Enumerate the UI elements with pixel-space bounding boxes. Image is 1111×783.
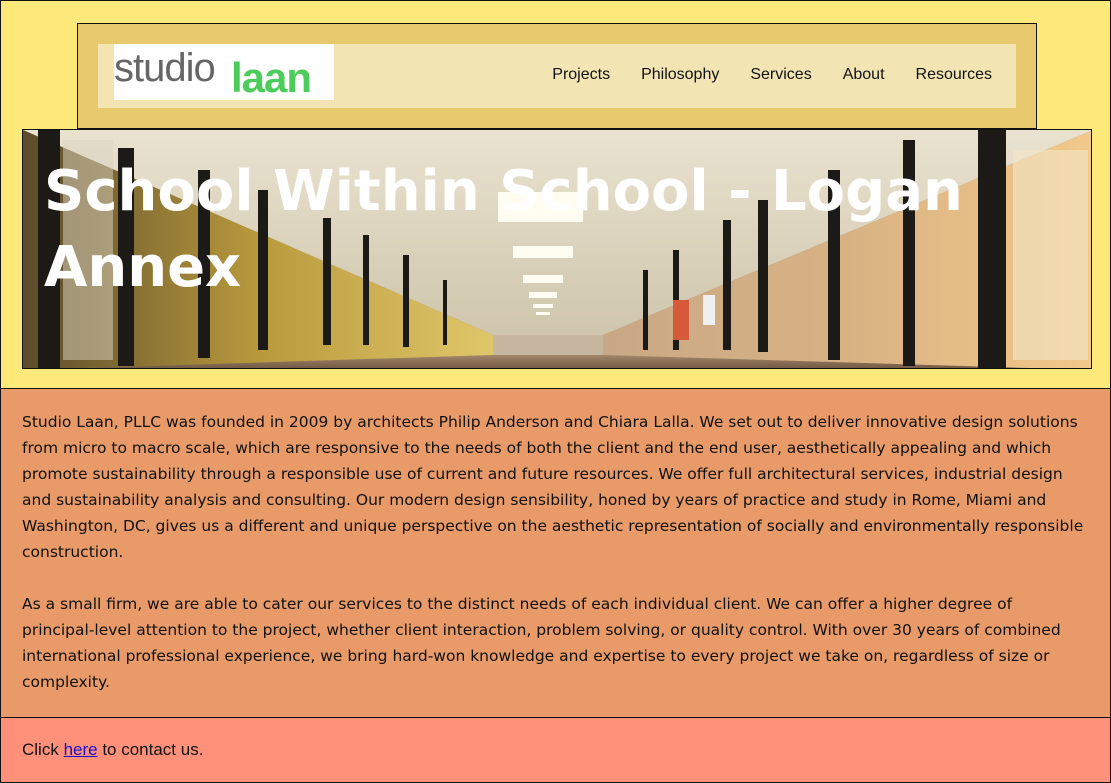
main-nav: Projects Philosophy Services About Resou… — [552, 66, 992, 84]
about-paragraph: As a small firm, we are able to cater ou… — [22, 595, 1061, 691]
contact-suffix: to contact us. — [97, 740, 204, 759]
nav-item-philosophy[interactable]: Philosophy — [641, 66, 719, 84]
hero-banner: School Within School - Logan Annex — [22, 129, 1092, 369]
contact-line: Click here to contact us. — [22, 740, 203, 760]
contact-section: Click here to contact us. — [0, 717, 1111, 783]
top-section: studio laan Projects Philosophy Services… — [0, 0, 1111, 389]
contact-link[interactable]: here — [64, 740, 98, 759]
site-header: studio laan Projects Philosophy Services… — [77, 23, 1037, 129]
logo-word-laan: laan — [231, 54, 312, 101]
about-paragraph: Studio Laan, PLLC was founded in 2009 by… — [22, 413, 1084, 561]
logo-word-studio: studio — [114, 46, 216, 90]
about-section: Studio Laan, PLLC was founded in 2009 by… — [0, 388, 1111, 718]
about-text: Studio Laan, PLLC was founded in 2009 by… — [22, 409, 1084, 721]
nav-item-about[interactable]: About — [843, 66, 885, 84]
nav-item-projects[interactable]: Projects — [552, 66, 610, 84]
nav-item-resources[interactable]: Resources — [916, 66, 992, 84]
studio-laan-logo[interactable]: studio laan — [114, 44, 334, 101]
nav-item-services[interactable]: Services — [750, 66, 811, 84]
contact-prefix: Click — [22, 740, 64, 759]
project-title: School Within School - Logan Annex — [44, 159, 963, 300]
header-bar: studio laan Projects Philosophy Services… — [98, 44, 1016, 108]
page: studio laan Projects Philosophy Services… — [0, 0, 1111, 783]
